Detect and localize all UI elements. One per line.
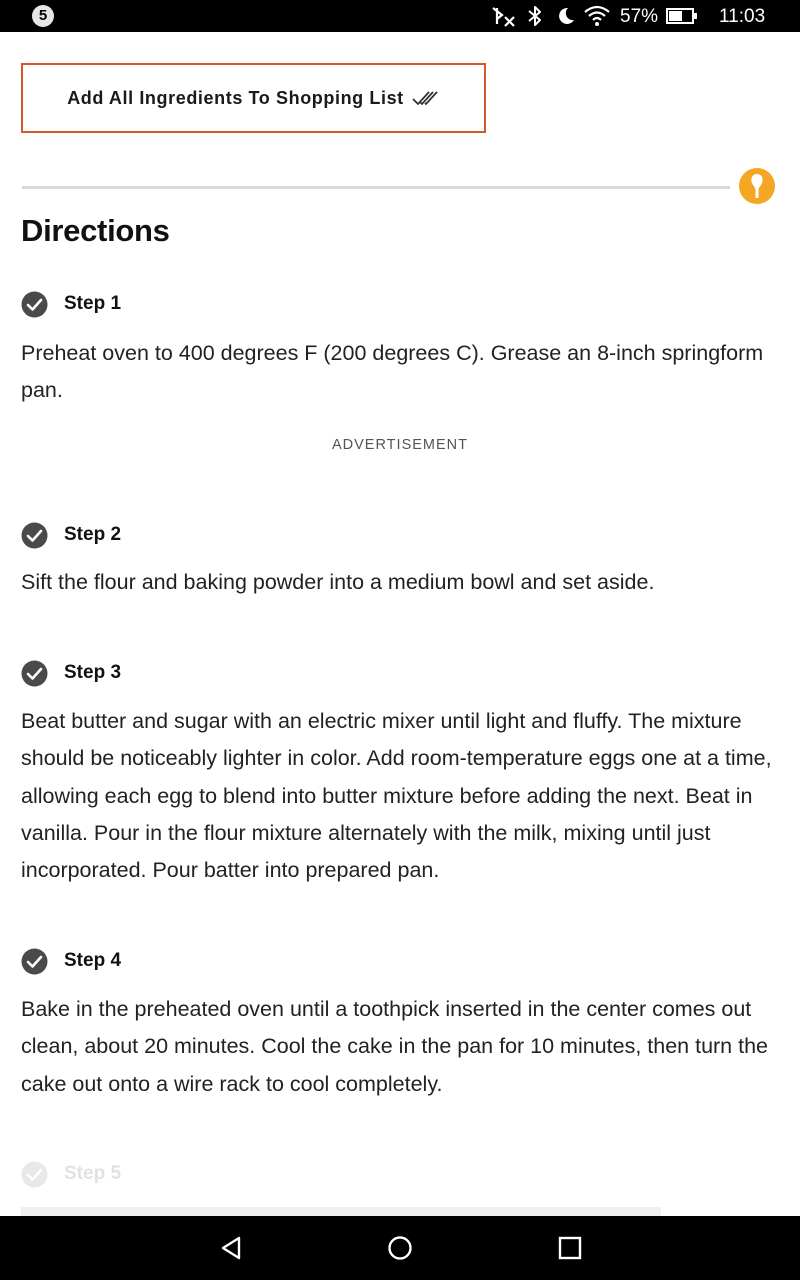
recents-icon[interactable] — [554, 1232, 586, 1264]
step-2-header[interactable]: Step 2 — [21, 521, 121, 549]
bluetooth-icon — [528, 6, 541, 26]
step-check-icon[interactable] — [21, 522, 48, 549]
step-1-text: Preheat oven to 400 degrees F (200 degre… — [21, 341, 764, 403]
step-2-text: Sift the flour and baking powder into a … — [21, 570, 655, 594]
step-label: Step 2 — [64, 524, 122, 545]
battery-icon — [666, 8, 697, 24]
step-label: Step 4 — [64, 950, 122, 971]
step-check-icon[interactable] — [21, 1161, 48, 1188]
section-divider — [22, 186, 730, 189]
double-check-icon — [412, 91, 438, 106]
step-4-text: Bake in the preheated oven until a tooth… — [21, 997, 768, 1096]
do-not-disturb-moon-icon — [559, 7, 574, 24]
bluetooth-off-icon — [492, 7, 515, 27]
add-all-to-shopping-list-button[interactable]: Add All Ingredients To Shopping List — [21, 63, 486, 133]
step-5-header[interactable]: Step 5 — [21, 1160, 121, 1188]
directions-heading: Directions — [21, 213, 170, 248]
clock: 11:03 — [719, 6, 766, 27]
step-5-text-partial — [21, 1207, 661, 1216]
step-check-icon[interactable] — [21, 660, 48, 687]
step-1-header[interactable]: Step 1 — [21, 290, 121, 318]
recipe-directions-content[interactable]: Add All Ingredients To Shopping List Dir… — [0, 32, 800, 1216]
shopping-button-label: Add All Ingredients To Shopping List — [67, 87, 404, 108]
step-check-icon[interactable] — [21, 948, 48, 975]
step-label: Step 1 — [64, 293, 122, 314]
advertisement-label: ADVERTISEMENT — [331, 437, 468, 453]
step-3-header[interactable]: Step 3 — [21, 659, 121, 687]
step-check-icon[interactable] — [21, 291, 48, 318]
home-icon[interactable] — [384, 1232, 416, 1264]
back-icon[interactable] — [215, 1232, 247, 1264]
step-label: Step 3 — [64, 662, 122, 683]
spoon-logo-icon — [739, 168, 775, 204]
battery-percent: 57% — [620, 6, 659, 27]
step-4-header[interactable]: Step 4 — [21, 947, 121, 975]
notification-count-badge: 5 — [32, 5, 54, 27]
status-bar: 5 57% 11:03 — [0, 0, 800, 32]
step-label: Step 5 — [64, 1163, 122, 1184]
system-navigation-bar — [0, 1216, 800, 1280]
wifi-icon — [584, 5, 610, 26]
step-3-text: Beat butter and sugar with an electric m… — [21, 709, 772, 883]
